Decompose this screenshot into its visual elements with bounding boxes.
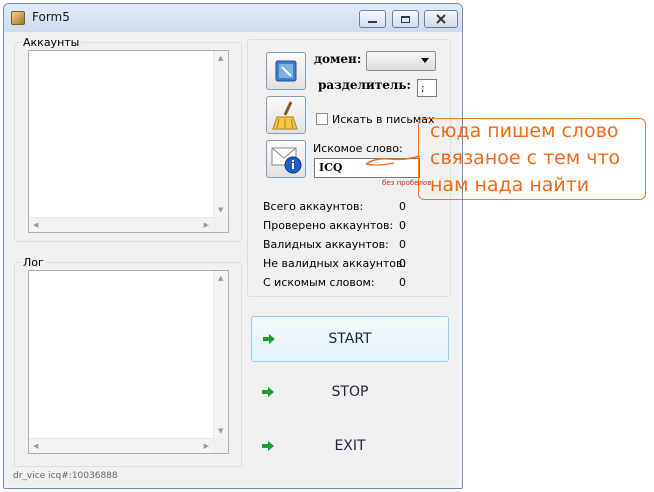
separator-input[interactable]: ; [417,79,437,97]
title-bar[interactable]: Form5 [4,4,462,32]
client-area: Аккаунты ▲ ▼ ◀ ▶ Лог ▲ ▼ ◀ ▶ домен: разд… [7,32,459,486]
accounts-group-label: Аккаунты [21,36,82,49]
scroll-left-icon: ◀ [33,221,39,229]
maximize-button[interactable] [392,10,419,28]
minimize-icon [368,21,377,23]
annotation-line: связаное с тем что [430,147,621,169]
start-button[interactable]: START [251,316,449,362]
exit-label: EXIT [334,438,366,454]
stat-value: 0 [399,276,406,289]
minimize-button[interactable] [359,10,386,28]
scroll-down-icon: ▼ [218,206,224,214]
accounts-horizontal-scrollbar[interactable]: ◀ ▶ [29,217,213,232]
stat-label: Проверено аккаунтов: [263,219,394,232]
scroll-up-icon: ▲ [218,54,224,62]
stop-button[interactable]: STOP [251,370,449,416]
stat-value: 0 [399,238,406,251]
window-title: Form5 [32,10,70,24]
scroll-corner [213,438,228,453]
open-folder-icon [275,60,297,82]
stat-label: С искомым словом: [263,276,375,289]
load-accounts-button[interactable] [266,52,306,90]
app-window: Form5 Аккаунты ▲ ▼ ◀ ▶ Лог ▲ ▼ ◀ ▶ домен… [3,3,463,489]
maximize-icon [401,15,410,23]
close-button[interactable] [424,10,458,28]
scroll-corner [213,217,228,232]
accounts-listbox[interactable]: ▲ ▼ ◀ ▶ [28,50,229,233]
stat-label: Валидных аккаунтов: [263,238,389,251]
stat-value: 0 [399,257,406,270]
log-group-label: Лог [21,256,46,269]
broom-icon [272,101,298,130]
clear-button[interactable] [266,96,306,134]
start-label: START [328,331,372,347]
scroll-left-icon: ◀ [33,442,39,450]
accounts-groupbox: Аккаунты ▲ ▼ ◀ ▶ [14,36,242,242]
status-text: dr_vice icq#:10036888 [13,471,118,481]
stat-label: Не валидных аккаунтов: [263,257,407,270]
search-info-button[interactable] [266,140,306,178]
log-horizontal-scrollbar[interactable]: ◀ ▶ [29,438,213,453]
scroll-up-icon: ▲ [218,274,224,282]
stat-value: 0 [399,200,406,213]
separator-label: разделитель: [318,78,411,92]
accounts-vertical-scrollbar[interactable]: ▲ ▼ [213,51,228,217]
mail-info-icon [271,147,302,174]
exit-button[interactable]: EXIT [251,424,449,470]
scroll-down-icon: ▼ [218,427,224,435]
annotation-line: нам нада найти [430,174,590,196]
search-in-letters-checkbox[interactable] [316,113,328,125]
stat-label: Всего аккаунтов: [263,200,364,213]
domain-label: домен: [314,52,362,66]
log-vertical-scrollbar[interactable]: ▲ ▼ [213,271,228,438]
annotation-line: сюда пишем слово [430,120,619,142]
app-icon [11,11,25,25]
log-groupbox: Лог ▲ ▼ ◀ ▶ [14,256,242,467]
domain-dropdown[interactable] [366,51,436,71]
log-listbox[interactable]: ▲ ▼ ◀ ▶ [28,270,229,454]
scroll-right-icon: ▶ [203,442,209,450]
chevron-down-icon [421,58,429,63]
stat-value: 0 [399,219,406,232]
stop-label: STOP [331,384,369,400]
close-icon [436,14,446,24]
scroll-right-icon: ▶ [203,221,209,229]
